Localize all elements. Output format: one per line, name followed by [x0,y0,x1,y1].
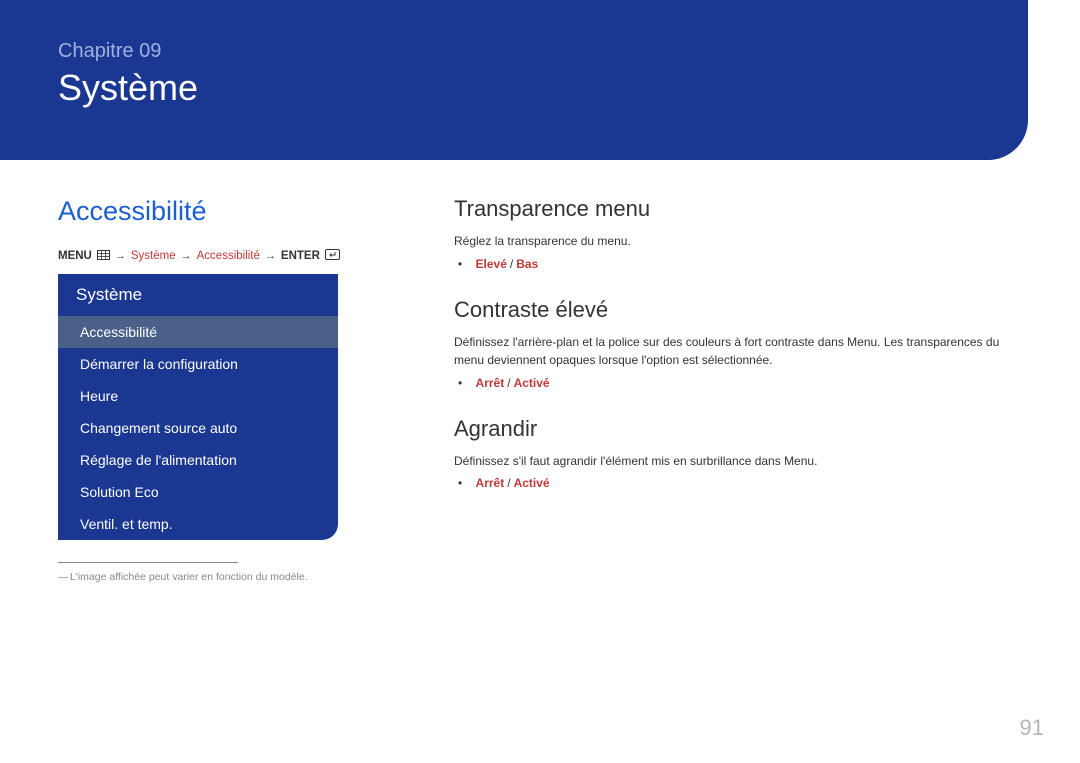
section-title: Accessibilité [58,196,398,227]
chapter-banner: Chapitre 09 Système [0,0,1028,160]
desc-agrandir: Définissez s'il faut agrandir l'élément … [454,452,1022,471]
menu-item-solution-eco[interactable]: Solution Eco [58,476,338,508]
page-number: 91 [1020,715,1044,741]
menu-item-reglage-alimentation[interactable]: Réglage de l'alimentation [58,444,338,476]
arrow-right-icon: → [181,250,192,262]
menu-item-demarrer-config[interactable]: Démarrer la configuration [58,348,338,380]
arrow-right-icon: → [115,250,126,262]
heading-contraste-eleve: Contraste élevé [454,297,1022,323]
chapter-title: Système [58,67,1028,109]
heading-transparence-menu: Transparence menu [454,196,1022,222]
menu-item-changement-source[interactable]: Changement source auto [58,412,338,444]
options-contraste-eleve: Arrêt/Activé [454,376,1022,390]
breadcrumb-step-1: Système [131,250,176,262]
menu-panel: Système Accessibilité Démarrer la config… [58,274,338,540]
breadcrumb: MENU → Système → Accessibilité → ENTER [58,249,398,264]
breadcrumb-step-2: Accessibilité [197,250,260,262]
menu-grid-icon [97,250,110,264]
footnote: ―L'image affichée peut varier en fonctio… [58,571,398,583]
heading-agrandir: Agrandir [454,416,1022,442]
menu-item-ventil-temp[interactable]: Ventil. et temp. [58,508,338,540]
menu-item-heure[interactable]: Heure [58,380,338,412]
options-transparence-menu: Elevé/Bas [454,257,1022,271]
desc-contraste-eleve: Définissez l'arrière-plan et la police s… [454,333,1022,370]
footnote-separator [58,562,238,563]
menu-item-accessibilite[interactable]: Accessibilité [58,316,338,348]
menu-panel-header: Système [58,274,338,316]
options-agrandir: Arrêt/Activé [454,476,1022,490]
enter-icon [325,249,338,264]
desc-transparence-menu: Réglez la transparence du menu. [454,232,1022,251]
chapter-label: Chapitre 09 [58,40,1028,63]
breadcrumb-menu-label: MENU [58,250,92,262]
breadcrumb-enter-label: ENTER [281,250,320,262]
arrow-right-icon: → [265,250,276,262]
